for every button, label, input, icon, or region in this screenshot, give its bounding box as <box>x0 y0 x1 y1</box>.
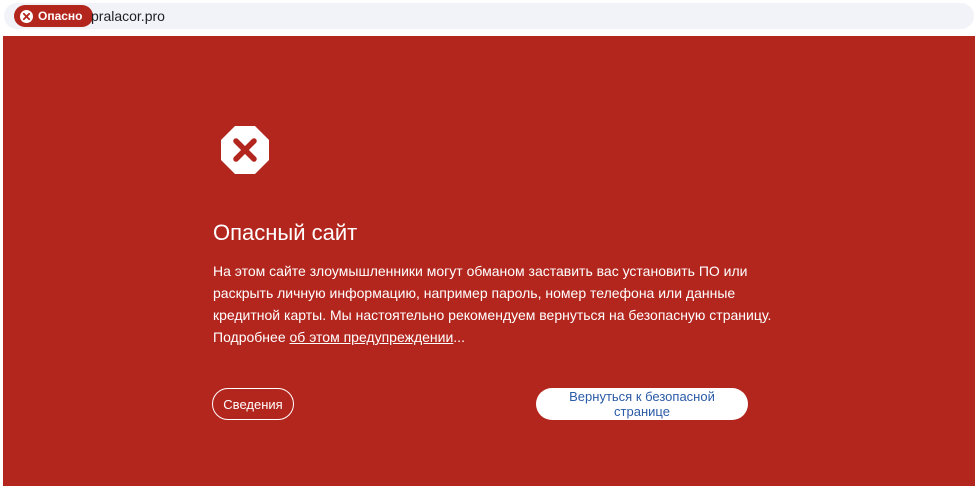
warning-description: На этом сайте злоумышленники могут обман… <box>213 260 773 348</box>
site-danger-label: Опасно <box>38 9 83 23</box>
site-danger-badge[interactable]: Опасно <box>14 5 93 27</box>
close-circle-icon <box>20 9 33 23</box>
url-text[interactable]: pralacor.pro <box>91 8 165 24</box>
page-title: Опасный сайт <box>213 220 358 245</box>
warning-page: Опасный сайт На этом сайте злоумышленник… <box>3 36 975 486</box>
more-suffix: ... <box>453 329 465 345</box>
learn-more-link[interactable]: об этом предупреждении <box>290 329 454 345</box>
details-button[interactable]: Сведения <box>212 388 294 420</box>
more-prefix: Подробнее <box>213 329 286 345</box>
description-text: На этом сайте злоумышленники могут обман… <box>213 263 772 323</box>
address-bar: Опасно pralacor.pro <box>0 0 978 32</box>
back-to-safety-button[interactable]: Вернуться к безопасной странице <box>536 388 748 420</box>
danger-octagon-x-icon <box>219 124 271 176</box>
